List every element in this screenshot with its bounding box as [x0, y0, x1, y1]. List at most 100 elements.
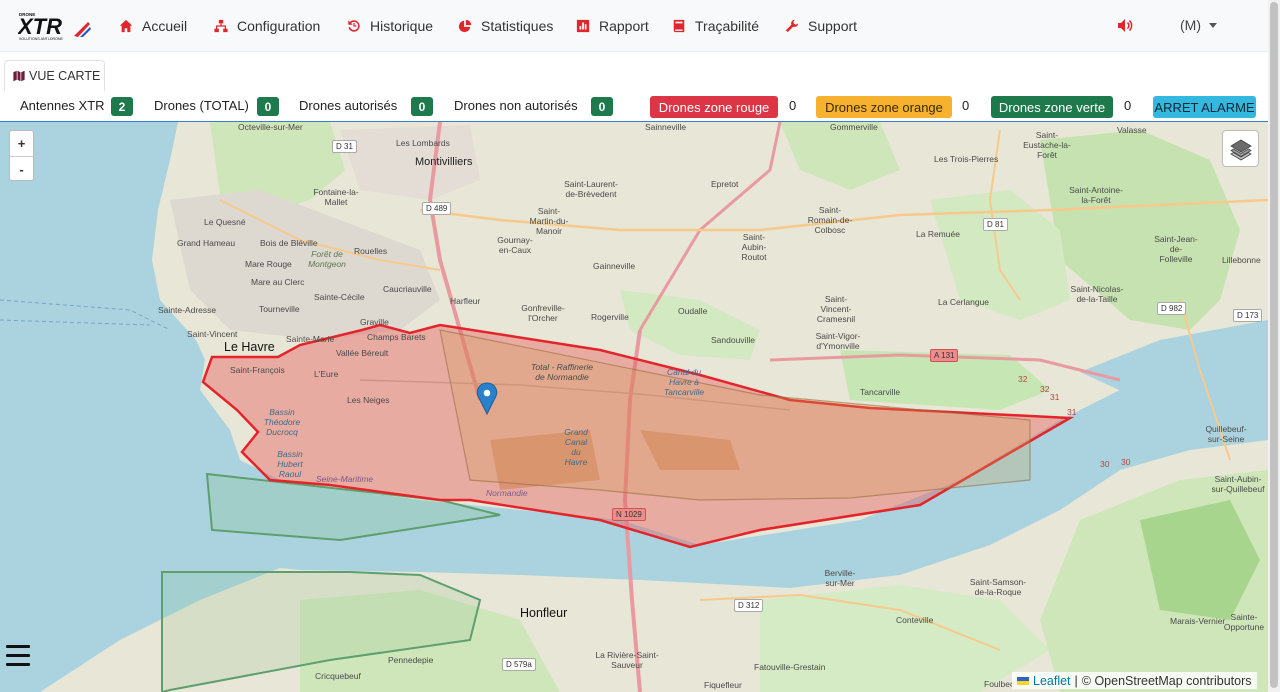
drones-total-label: Drones (TOTAL) — [154, 98, 249, 113]
antennes-label: Antennes XTR — [20, 98, 105, 113]
road-label: N 1029 — [612, 508, 646, 521]
place-label: Gournay-en-Caux — [497, 235, 533, 255]
nav-tracabilite[interactable]: Traçabilité — [672, 0, 759, 52]
place-label: Sainte-Adresse — [158, 305, 217, 315]
road-label: 31 — [1050, 392, 1060, 402]
place-label: Rogerville — [591, 312, 629, 322]
place-label: Grand Hameau — [177, 238, 236, 248]
arret-alarme-button[interactable]: ARRET ALARME — [1153, 96, 1256, 118]
place-label: Les Lombards — [396, 138, 450, 148]
place-label: Montivilliers — [415, 156, 473, 168]
nav-historique[interactable]: Historique — [347, 0, 433, 52]
home-icon — [119, 19, 133, 33]
road-label: D 489 — [422, 202, 452, 215]
place-label: Sainte-Cécile — [314, 292, 365, 302]
nav-support[interactable]: Support — [785, 0, 857, 52]
history-icon — [348, 20, 360, 32]
place-label: Grand Canal du Havre — [564, 427, 588, 467]
road-label: 30 — [1100, 459, 1110, 469]
map-view[interactable]: Le Havre Honfleur Montivilliers Harfleur… — [0, 122, 1268, 692]
road-label: 32 — [1040, 384, 1050, 394]
place-label: Honfleur — [520, 606, 568, 620]
wrench-icon — [785, 19, 799, 33]
nav-label: Rapport — [599, 18, 649, 34]
place-label: Berville-sur-Mer — [824, 568, 856, 588]
place-label: Tourneville — [259, 304, 300, 314]
tab-label: VUE CARTE — [29, 69, 101, 83]
place-label: Saint-Romain-de-Colbosc — [807, 205, 853, 235]
place-label: Le Havre — [224, 340, 275, 354]
zone-verte-count: 0 — [1124, 98, 1132, 113]
place-label: Saint-Jean-de-Folleville — [1154, 234, 1198, 264]
road-label: 30 — [1121, 457, 1131, 467]
zoom-control: + - — [9, 130, 34, 181]
zone-rouge-count: 0 — [789, 98, 797, 113]
ukraine-flag-icon — [1017, 676, 1029, 685]
place-label: Saint-Martin-du-Manoir — [529, 206, 569, 236]
place-label: L'Eure — [314, 369, 339, 379]
page-scrollbar[interactable] — [1268, 0, 1280, 692]
volume-icon[interactable] — [1117, 18, 1134, 33]
place-label: Fatouville-Grestain — [754, 662, 826, 672]
place-label: Saint-François — [230, 365, 285, 375]
place-label: La Rivière-Saint-Sauveur — [595, 650, 659, 670]
user-label: (M) — [1180, 17, 1201, 33]
zoom-in-button[interactable]: + — [10, 131, 33, 156]
nav-configuration[interactable]: Configuration — [214, 0, 320, 52]
sitemap-icon — [214, 19, 228, 33]
road-label: D 579a — [502, 658, 536, 671]
nav-label: Accueil — [142, 18, 188, 34]
place-label: Foulbec — [984, 679, 1015, 689]
menu-hamburger-icon[interactable] — [6, 645, 30, 667]
nav-statistiques[interactable]: Statistiques — [458, 0, 553, 52]
place-label: Forêt de Montgeon — [308, 249, 346, 269]
road-label: D 312 — [734, 599, 764, 612]
place-label: Mare au Clerc — [251, 277, 305, 287]
place-label: Oudalle — [678, 306, 708, 316]
place-label: Lillebonne — [1222, 255, 1261, 265]
status-bar: Antennes XTR 2 Drones (TOTAL) 0 Drones a… — [0, 92, 1268, 122]
map-icon — [13, 70, 25, 82]
place-label: Normandie — [486, 488, 528, 498]
xtr-logo[interactable]: DRONE XTR SOLUTIONS ANTI-DRONE — [18, 10, 92, 42]
zone-orange-badge: Drones zone orange — [816, 96, 952, 118]
road-label: D 173 — [1233, 309, 1263, 322]
chevron-down-icon — [1209, 22, 1217, 28]
zone-rouge-badge: Drones zone rouge — [650, 96, 778, 118]
nav-accueil[interactable]: Accueil — [119, 0, 187, 52]
road-label: D 81 — [983, 218, 1008, 231]
place-label: Les Trois-Pierres — [934, 154, 999, 164]
zone-orange-count: 0 — [962, 98, 970, 113]
layers-control-button[interactable] — [1222, 130, 1259, 167]
place-label: Les Neiges — [347, 395, 390, 405]
nav-rapport[interactable]: Rapport — [576, 0, 649, 52]
scrollbar-thumb[interactable] — [1270, 2, 1278, 688]
place-label: Pennedepie — [388, 655, 434, 665]
place-label: Bassin Hubert Raoul — [277, 449, 303, 479]
place-label: Le Quesné — [204, 217, 246, 227]
nav-label: Statistiques — [481, 18, 554, 34]
nav-label: Support — [808, 18, 858, 34]
drones-non-autorises-badge: 0 — [591, 97, 613, 116]
leaflet-link[interactable]: Leaflet — [1033, 674, 1071, 688]
zone-verte-badge: Drones zone verte — [991, 96, 1113, 118]
place-label: Bassin Théodore Ducrocq — [263, 407, 301, 437]
pie-chart-icon — [458, 19, 472, 33]
place-label: Saint-Antoine-la-Forêt — [1069, 185, 1123, 205]
user-menu[interactable]: (M) — [1180, 17, 1217, 33]
nav-label: Traçabilité — [695, 18, 760, 34]
tab-vue-carte[interactable]: VUE CARTE — [4, 60, 105, 91]
svg-text:XTR: XTR — [18, 14, 62, 39]
place-label: Vallée Béreult — [336, 348, 389, 358]
book-icon — [673, 19, 685, 33]
place-label: Champs Barets — [367, 332, 426, 342]
nav-label: Configuration — [237, 18, 321, 34]
zoom-out-button[interactable]: - — [10, 156, 33, 181]
place-label: Saint-Vigor-d'Ymonville — [815, 331, 861, 351]
place-label: Saint-Aubin-Routot — [741, 232, 767, 262]
place-label: Graville — [360, 317, 389, 327]
nav-label: Historique — [370, 18, 434, 34]
road-label: A 131 — [930, 349, 959, 362]
osm-attribution: © OpenStreetMap contributors — [1081, 673, 1252, 688]
layers-icon — [1229, 139, 1252, 160]
